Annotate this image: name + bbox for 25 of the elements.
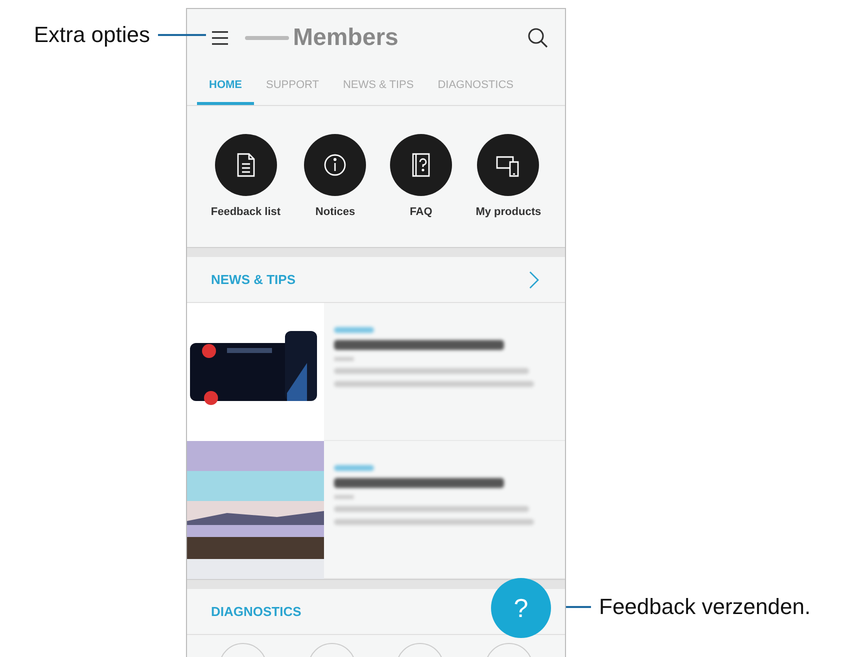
question-book-icon[interactable] xyxy=(390,134,452,196)
tab[interactable]: HOME xyxy=(197,67,254,105)
search-icon[interactable] xyxy=(527,27,549,49)
blurred-tag xyxy=(334,327,374,333)
chevron-right-icon[interactable] xyxy=(529,270,539,288)
blurred-tag xyxy=(334,465,374,471)
section-title: DIAGNOSTICS xyxy=(211,604,302,619)
shortcut-label: Notices xyxy=(315,206,356,218)
tab[interactable]: SUPPORT xyxy=(254,67,331,105)
section-title: NEWS & TIPS xyxy=(211,272,296,287)
tab[interactable]: NEWS & TIPS xyxy=(330,67,426,105)
callout-label: Feedback verzenden. xyxy=(599,594,811,620)
document-icon[interactable] xyxy=(214,134,277,196)
shortcut-label: Feedback list xyxy=(210,206,281,218)
tab[interactable]: DIAGNOSTICS xyxy=(426,67,526,105)
info-icon[interactable] xyxy=(304,134,366,196)
menu-icon[interactable] xyxy=(211,30,229,46)
shortcut-label: My products xyxy=(476,206,542,218)
shortcut-label: FAQ xyxy=(410,206,432,218)
devices-icon[interactable] xyxy=(477,134,540,196)
app-title: Members xyxy=(293,24,400,52)
help-button[interactable]: ? xyxy=(491,578,551,638)
callout-label: Extra opties xyxy=(34,22,150,48)
leader-line xyxy=(158,34,206,36)
logo-mark xyxy=(245,36,289,40)
